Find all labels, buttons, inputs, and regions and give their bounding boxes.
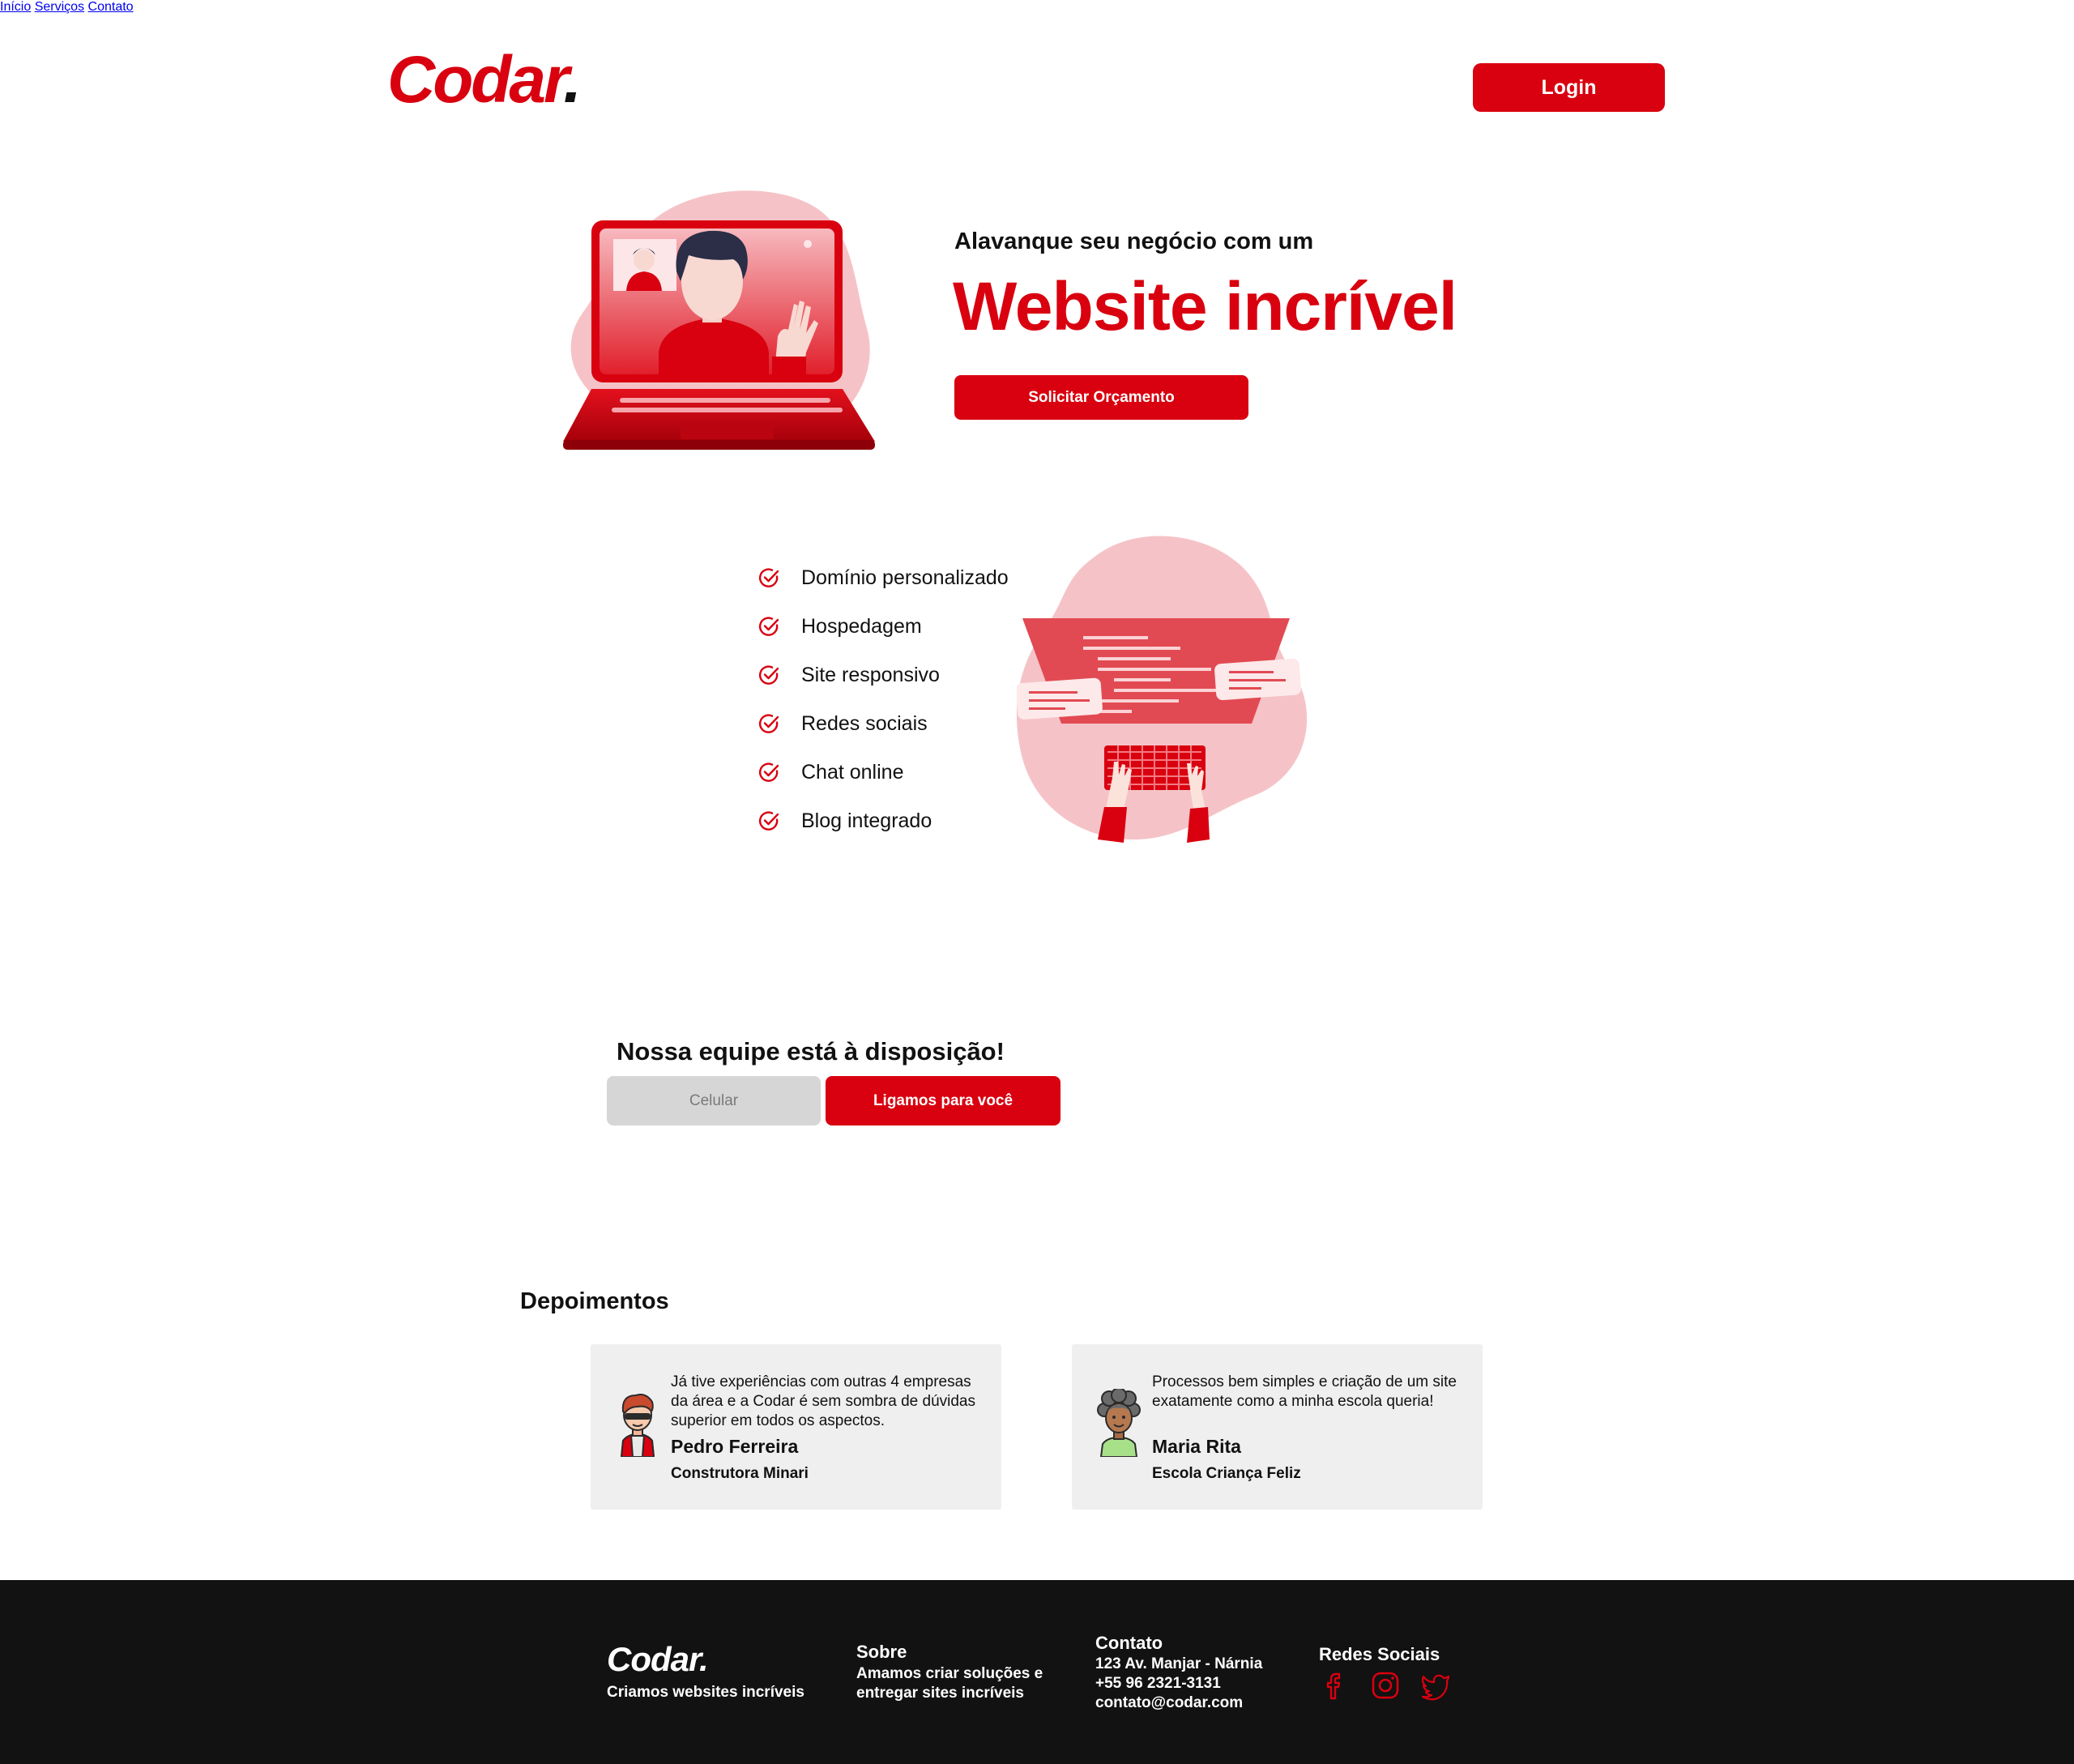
feature-label: Redes sociais bbox=[801, 711, 928, 735]
footer-social-title: Redes Sociais bbox=[1319, 1644, 1440, 1664]
feature-item: Blog integrado bbox=[757, 797, 1009, 845]
footer-about-title: Sobre bbox=[856, 1642, 907, 1662]
check-circle-icon bbox=[758, 714, 779, 733]
woman-curly-hair-avatar-icon bbox=[1097, 1389, 1141, 1457]
testimonial-company: Construtora Minari bbox=[671, 1465, 809, 1482]
nav-link-servicos[interactable]: Serviços bbox=[35, 0, 84, 14]
feature-label: Site responsivo bbox=[801, 663, 940, 686]
testimonial-card: Já tive experiências com outras 4 empres… bbox=[591, 1344, 1001, 1510]
logo[interactable]: Codar. bbox=[387, 42, 582, 118]
check-circle-icon bbox=[758, 665, 779, 685]
check-circle-icon bbox=[758, 568, 779, 587]
login-button[interactable]: Login bbox=[1473, 63, 1665, 112]
feature-item: Redes sociais bbox=[757, 699, 1009, 748]
logo-dot: . bbox=[563, 43, 582, 117]
feature-label: Domínio personalizado bbox=[801, 566, 1009, 589]
main-nav: Início Serviços Contato bbox=[0, 0, 2074, 15]
footer-tagline: Criamos websites incríveis bbox=[607, 1684, 804, 1701]
testimonial-quote: Processos bem simples e criação de um si… bbox=[1152, 1373, 1457, 1410]
footer-about-line: Amamos criar soluções e bbox=[856, 1665, 1043, 1682]
check-circle-icon bbox=[758, 762, 779, 782]
call-me-button[interactable]: Ligamos para você bbox=[826, 1076, 1060, 1125]
check-circle-icon bbox=[758, 811, 779, 831]
phone-input[interactable] bbox=[607, 1076, 821, 1125]
nav-link-inicio[interactable]: Início bbox=[0, 0, 31, 14]
nav-link-contato[interactable]: Contato bbox=[88, 0, 134, 14]
testimonial-author-name: Maria Rita bbox=[1152, 1436, 1241, 1457]
footer-phone: +55 96 2321-3131 bbox=[1095, 1675, 1221, 1692]
check-circle-icon bbox=[758, 617, 779, 636]
feature-label: Hospedagem bbox=[801, 614, 922, 638]
feature-item: Domínio personalizado bbox=[757, 553, 1009, 602]
footer-contact-title: Contato bbox=[1095, 1633, 1163, 1653]
testimonials-title: Depoimentos bbox=[520, 1288, 669, 1314]
hero-subtitle: Alavanque seu negócio com um bbox=[954, 229, 1314, 254]
feature-item: Chat online bbox=[757, 748, 1009, 797]
twitter-icon[interactable] bbox=[1419, 1669, 1452, 1702]
feature-label: Chat online bbox=[801, 760, 904, 784]
logo-text: Codar bbox=[387, 43, 565, 117]
feature-item: Hospedagem bbox=[757, 602, 1009, 651]
team-cta-title: Nossa equipe está à disposição! bbox=[617, 1037, 1005, 1066]
coding-keyboard-illustration bbox=[1017, 536, 1308, 843]
footer-email[interactable]: contato@codar.com bbox=[1095, 1694, 1243, 1713]
hero-title: Website incrível bbox=[953, 268, 1457, 344]
testimonial-quote: Já tive experiências com outras 4 empres… bbox=[671, 1373, 975, 1429]
features-list: Domínio personalizado Hospedagem Site re… bbox=[757, 553, 1009, 845]
instagram-icon[interactable] bbox=[1369, 1669, 1402, 1702]
testimonial-author-name: Pedro Ferreira bbox=[671, 1436, 799, 1457]
facebook-icon[interactable] bbox=[1319, 1669, 1351, 1702]
feature-label: Blog integrado bbox=[801, 809, 932, 832]
man-sunglasses-avatar-icon bbox=[620, 1394, 655, 1457]
feature-item: Site responsivo bbox=[757, 651, 1009, 699]
testimonial-company: Escola Criança Feliz bbox=[1152, 1465, 1301, 1482]
footer: Codar. Criamos websites incríveis Sobre … bbox=[0, 1580, 2074, 1764]
video-call-laptop-illustration bbox=[563, 190, 875, 450]
footer-logo[interactable]: Codar. bbox=[607, 1640, 709, 1679]
footer-about-line: entregar sites incríveis bbox=[856, 1685, 1024, 1702]
request-quote-button[interactable]: Solicitar Orçamento bbox=[954, 375, 1248, 420]
testimonial-card: Processos bem simples e criação de um si… bbox=[1072, 1344, 1483, 1510]
footer-address: 123 Av. Manjar - Nárnia bbox=[1095, 1655, 1263, 1672]
